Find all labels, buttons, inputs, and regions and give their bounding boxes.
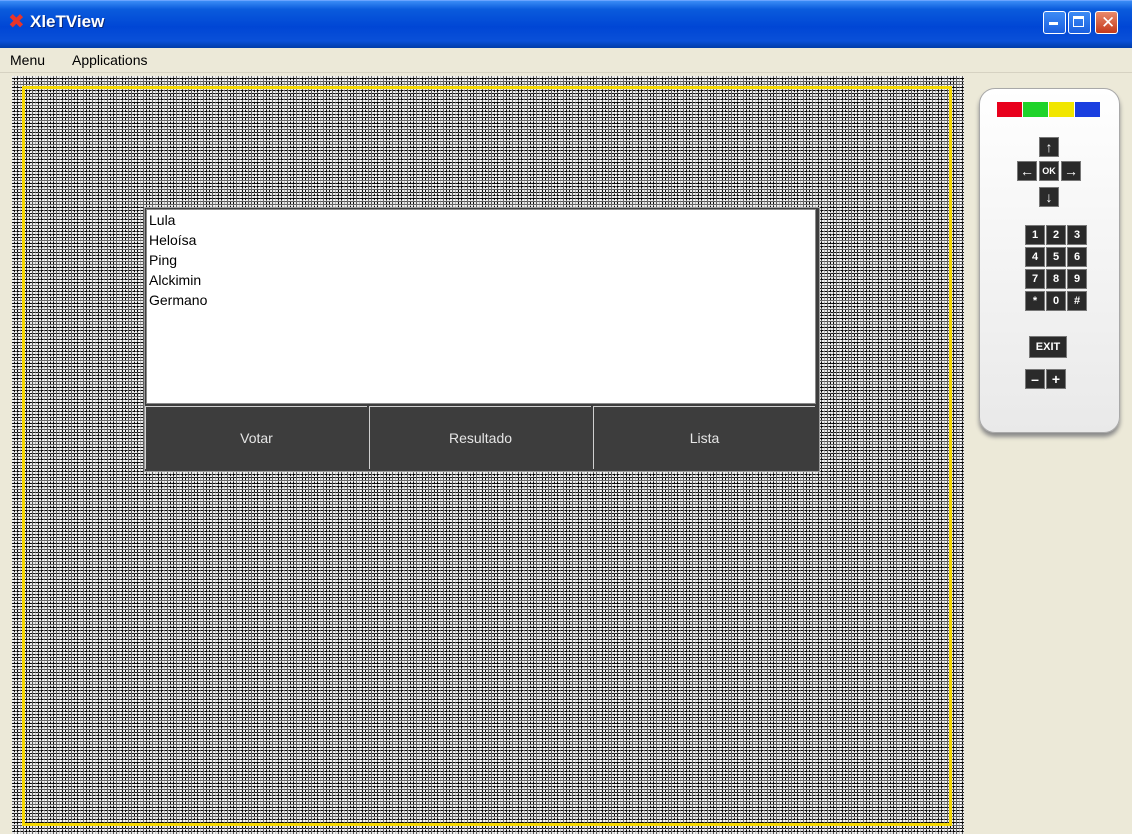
menu-applications[interactable]: Applications [72,52,148,68]
star-key[interactable]: * [1025,291,1045,311]
list-item[interactable]: Lula [149,210,175,230]
candidate-list[interactable]: Lula Heloísa Ping Alckimin Germano [146,209,816,404]
volume-plus-key[interactable]: + [1046,369,1066,389]
lista-button[interactable]: Lista [593,406,815,469]
tv-screen: Lula Heloísa Ping Alckimin Germano Votar… [12,76,964,834]
down-arrow-key[interactable]: ↓ [1039,187,1059,207]
ok-key[interactable]: OK [1039,161,1059,181]
digit-6-key[interactable]: 6 [1067,247,1087,267]
digit-9-key[interactable]: 9 [1067,269,1087,289]
resultado-button[interactable]: Resultado [369,406,591,469]
list-item[interactable]: Alckimin [149,270,201,290]
hash-key[interactable]: # [1067,291,1087,311]
remote-control: ↑ ← OK → ↓ 1 2 3 4 5 6 7 8 9 * 0 # EXIT … [979,88,1120,433]
digit-1-key[interactable]: 1 [1025,225,1045,245]
blue-key[interactable] [1075,102,1100,117]
close-button[interactable]: ✕ [1095,11,1118,34]
exit-key[interactable]: EXIT [1029,336,1067,358]
menu-bar: Menu Applications [0,48,1132,73]
title-bar[interactable]: ✖ XleTView ✕ [0,0,1132,48]
up-arrow-key[interactable]: ↑ [1039,137,1059,157]
maximize-icon [1073,16,1084,27]
red-key[interactable] [997,102,1022,117]
close-icon: ✕ [1101,13,1116,32]
list-item[interactable]: Germano [149,290,207,310]
right-arrow-key[interactable]: → [1061,161,1081,181]
digit-8-key[interactable]: 8 [1046,269,1066,289]
minimize-button[interactable] [1043,11,1066,34]
volume-minus-key[interactable]: – [1025,369,1045,389]
left-arrow-key[interactable]: ← [1017,161,1037,181]
digit-5-key[interactable]: 5 [1046,247,1066,267]
minimize-icon [1049,22,1058,25]
window-title: XleTView [30,12,105,31]
list-item[interactable]: Heloísa [149,230,196,250]
menu-menu[interactable]: Menu [10,52,45,68]
digit-7-key[interactable]: 7 [1025,269,1045,289]
app-icon: ✖ [8,11,25,33]
digit-4-key[interactable]: 4 [1025,247,1045,267]
voting-panel: Lula Heloísa Ping Alckimin Germano Votar… [144,207,820,472]
maximize-button[interactable] [1068,11,1091,34]
digit-0-key[interactable]: 0 [1046,291,1066,311]
green-key[interactable] [1023,102,1048,117]
yellow-key[interactable] [1049,102,1074,117]
votar-button[interactable]: Votar [145,406,367,469]
digit-3-key[interactable]: 3 [1067,225,1087,245]
list-item[interactable]: Ping [149,250,177,270]
digit-2-key[interactable]: 2 [1046,225,1066,245]
